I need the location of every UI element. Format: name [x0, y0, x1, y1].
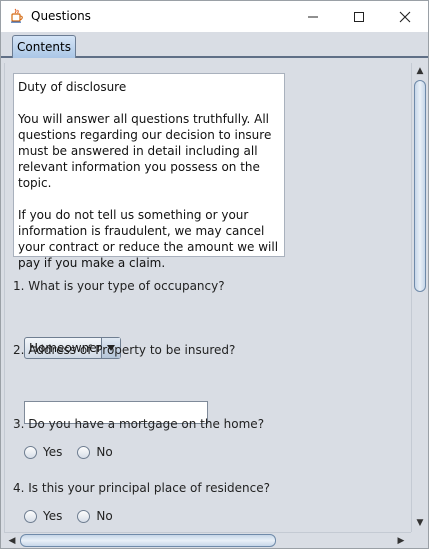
close-button[interactable] — [382, 1, 428, 32]
maximize-icon — [354, 11, 364, 22]
question-1-label: 1. What is your type of occupancy? — [13, 279, 225, 293]
question-4-label: 4. Is this your principal place of resid… — [13, 481, 270, 495]
mortgage-radio-group: Yes No — [24, 445, 128, 459]
content-area: Contents Duty of disclosure You will ans… — [1, 32, 428, 548]
radio-button-icon[interactable] — [24, 445, 37, 459]
residence-no-radio[interactable]: No — [77, 509, 113, 523]
vertical-scrollbar[interactable]: ▲ ▼ — [411, 63, 428, 532]
vertical-scroll-thumb[interactable] — [414, 80, 426, 292]
radio-button-icon[interactable] — [77, 509, 91, 523]
radio-label: No — [96, 509, 113, 523]
radio-label: No — [96, 445, 113, 459]
residence-yes-radio[interactable]: Yes — [24, 509, 62, 523]
tab-contents[interactable]: Contents — [12, 35, 76, 58]
radio-label: Yes — [43, 445, 63, 459]
scroll-right-arrow-icon[interactable]: ▶ — [393, 533, 409, 549]
residence-radio-group: Yes No — [24, 509, 128, 523]
radio-label: Yes — [43, 509, 63, 523]
radio-button-icon[interactable] — [24, 509, 37, 523]
minimize-icon — [308, 16, 318, 17]
question-2-label: 2. Address of Property to be insured? — [13, 343, 236, 357]
horizontal-scroll-thumb[interactable] — [20, 534, 276, 547]
radio-button-icon[interactable] — [77, 445, 91, 459]
maximize-button[interactable] — [336, 1, 382, 32]
mortgage-yes-radio[interactable]: Yes — [24, 445, 62, 459]
question-3-label: 3. Do you have a mortgage on the home? — [13, 417, 265, 431]
questions-window: Questions Contents Duty of disclosure Yo… — [0, 0, 429, 549]
scroll-up-arrow-icon[interactable]: ▲ — [412, 63, 428, 79]
horizontal-scrollbar[interactable]: ◀ ▶ — [4, 532, 411, 548]
java-icon — [11, 8, 23, 23]
duty-of-disclosure-text: Duty of disclosure You will answer all q… — [13, 73, 285, 270]
questions-panel: Duty of disclosure You will answer all q… — [4, 63, 412, 548]
title-bar[interactable]: Questions — [1, 1, 428, 32]
close-icon — [399, 11, 411, 22]
mortgage-no-radio[interactable]: No — [77, 445, 113, 459]
window-title: Questions — [31, 9, 91, 23]
minimize-button[interactable] — [290, 1, 336, 32]
scroll-down-arrow-icon[interactable]: ▼ — [412, 515, 428, 531]
scroll-left-arrow-icon[interactable]: ◀ — [4, 533, 20, 549]
scrollbar-corner — [411, 532, 428, 548]
tab-strip: Contents — [1, 32, 428, 58]
